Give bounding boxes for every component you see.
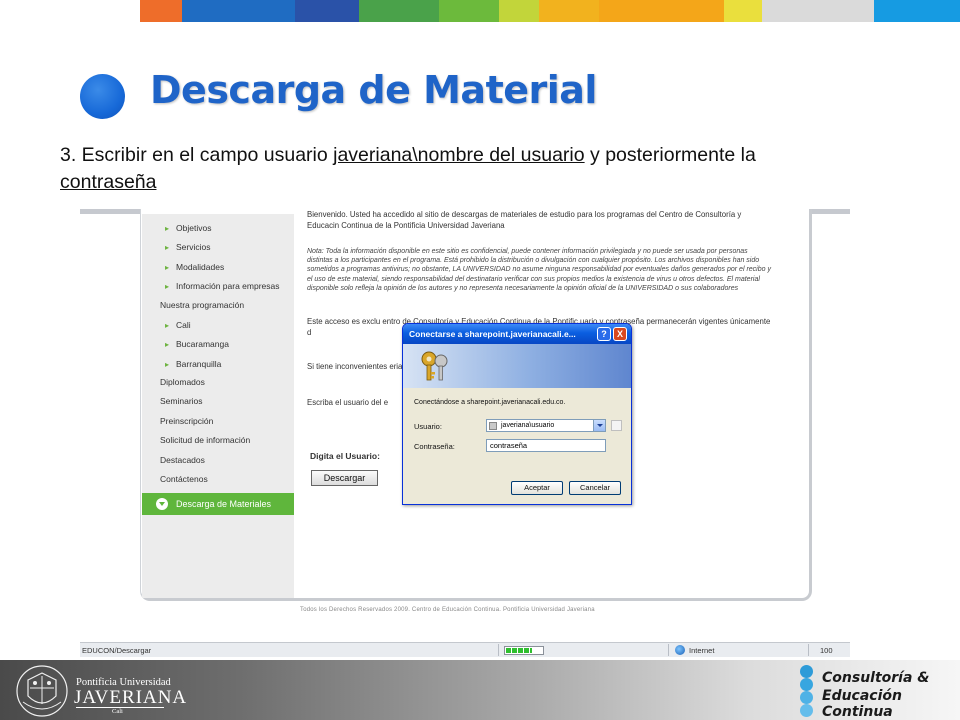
sidebar-item-diplomados[interactable]: Diplomados <box>160 377 205 387</box>
sidebar-item-seminarios[interactable]: Seminarios <box>160 396 203 406</box>
status-progress-bar <box>504 646 544 655</box>
dialog-help-button[interactable]: ? <box>597 327 611 341</box>
browser-screenshot: Objetivos Servicios Modalidades Informac… <box>80 209 850 657</box>
stripe-segment <box>295 0 359 22</box>
dialog-password-label: Contraseña: <box>414 442 455 451</box>
user-label: Digita el Usuario: <box>310 451 380 461</box>
status-zoom[interactable]: 100 <box>820 646 833 655</box>
sidebar-item-descarga-materiales[interactable]: Descarga de Materiales <box>142 493 294 515</box>
sidebar-item-destacados[interactable]: Destacados <box>160 455 205 465</box>
consultoria-logo-icon <box>798 665 818 717</box>
stripe-segment <box>140 0 182 22</box>
logo-dot <box>800 678 813 691</box>
status-progress-fill <box>506 648 532 653</box>
stripe-segment <box>439 0 499 22</box>
status-zone: Internet <box>689 646 715 655</box>
dialog-banner <box>403 344 631 388</box>
sidebar-item-cali[interactable]: Cali <box>165 320 191 330</box>
consultoria-line1: Consultoría & <box>822 670 930 686</box>
stripe-segment <box>874 0 960 22</box>
chevron-down-icon[interactable] <box>593 420 605 431</box>
top-color-stripe <box>0 0 960 22</box>
status-separator <box>498 644 499 656</box>
dialog-connecting-text: Conectándose a sharepoint.javerianacali.… <box>414 399 566 406</box>
logo-dot <box>800 665 813 678</box>
keys-icon <box>421 351 448 381</box>
note-text: Nota: Toda la información disponible en … <box>307 248 771 292</box>
stripe-segment <box>499 0 539 22</box>
instruction-middle: y posteriormente la <box>584 144 756 166</box>
sidebar-active-label: Descarga de Materiales <box>176 499 272 509</box>
university-city: Cali <box>112 708 123 715</box>
consultoria-line2: Educación Continua <box>822 688 902 720</box>
instruction-text: 3. Escribir en el campo usuario javerian… <box>60 142 760 196</box>
download-button[interactable]: Descargar <box>311 470 378 486</box>
status-url: EDUCON/Descargar <box>82 646 152 655</box>
stripe-segment <box>0 0 140 22</box>
credential-picker-button[interactable] <box>611 420 622 431</box>
cancel-button[interactable]: Cancelar <box>569 481 621 495</box>
sidebar-item-preinscripcion[interactable]: Preinscripción <box>160 416 213 426</box>
user-icon <box>489 422 497 430</box>
internet-globe-icon <box>675 645 685 655</box>
stripe-segment <box>762 0 874 22</box>
university-seal-icon <box>16 665 68 717</box>
title-bullet-icon <box>80 74 125 119</box>
username-combobox[interactable]: javeriana\usuario <box>486 419 606 432</box>
welcome-text: Bienvenido. Usted ha accedido al sitio d… <box>307 210 742 230</box>
sidebar-item-solicitud-informacion[interactable]: Solicitud de información <box>160 435 250 445</box>
slide: Descarga de Material 3. Escribir en el c… <box>0 0 960 720</box>
stripe-segment <box>359 0 439 22</box>
slide-title: Descarga de Material <box>150 68 597 112</box>
sidebar-item-bucaramanga[interactable]: Bucaramanga <box>165 339 229 349</box>
username-value: javeriana\usuario <box>501 422 555 429</box>
logo-dot <box>800 691 813 704</box>
login-dialog: Conectarse a sharepoint.javerianacali.e.… <box>402 323 632 505</box>
stripe-segment <box>182 0 295 22</box>
instruction-password: contraseña <box>60 171 157 193</box>
sidebar-item-servicios[interactable]: Servicios <box>165 242 210 252</box>
download-arrow-icon <box>156 498 168 510</box>
university-name: JAVERIANA <box>74 687 188 708</box>
dialog-close-button[interactable]: X <box>613 327 627 341</box>
sidebar-item-objetivos[interactable]: Objetivos <box>165 223 211 233</box>
logo-dot <box>800 704 813 717</box>
sidebar-item-contactenos[interactable]: Contáctenos <box>160 474 208 484</box>
instruction-username-format: javeriana\nombre del usuario <box>333 144 585 166</box>
stripe-segment <box>724 0 762 22</box>
accept-button[interactable]: Aceptar <box>511 481 563 495</box>
stripe-segment <box>539 0 599 22</box>
sidebar-item-nuestra-programacion[interactable]: Nuestra programación <box>160 300 244 310</box>
page-footer: Todos los Derechos Reservados 2009. Cent… <box>300 607 595 613</box>
browser-status-bar: EDUCON/Descargar Internet 100 <box>80 642 850 657</box>
status-separator <box>808 644 809 656</box>
dialog-user-label: Usuario: <box>414 422 442 431</box>
sidebar-item-modalidades[interactable]: Modalidades <box>165 262 224 272</box>
password-field[interactable]: contraseña <box>486 439 606 452</box>
sidebar-item-informacion-empresas[interactable]: Información para empresas <box>165 281 279 291</box>
stripe-segment <box>599 0 724 22</box>
instruction-prefix: 3. Escribir en el campo usuario <box>60 144 334 166</box>
status-separator <box>668 644 669 656</box>
sidebar-item-barranquilla[interactable]: Barranquilla <box>165 359 221 369</box>
